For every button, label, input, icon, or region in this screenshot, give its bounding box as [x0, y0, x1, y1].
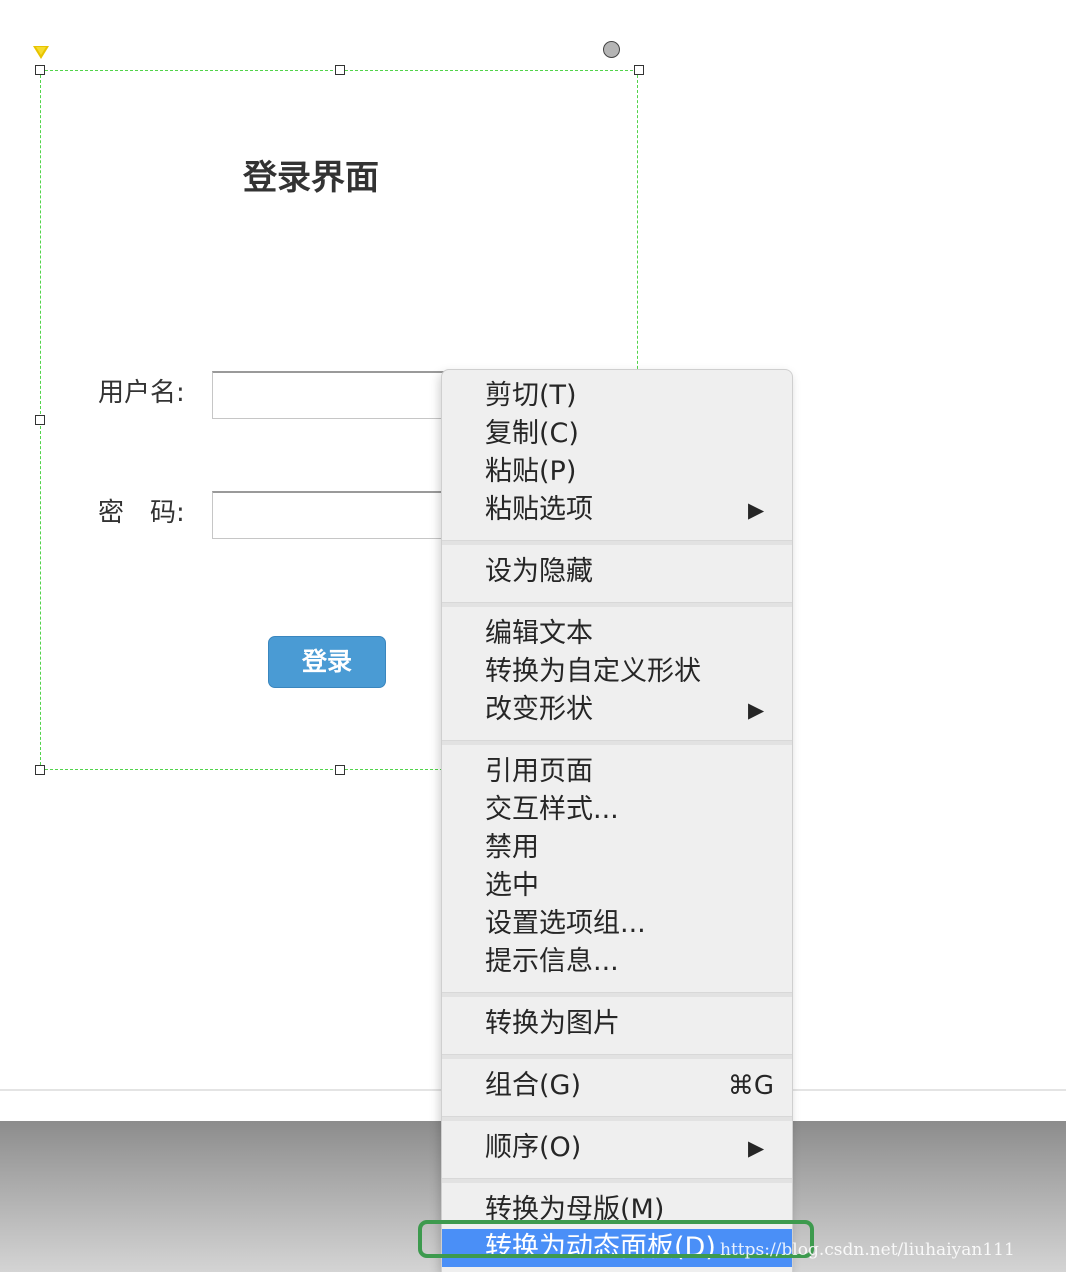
- resize-handle-middle-left[interactable]: [35, 415, 45, 425]
- menu-item-selected[interactable]: 选中: [442, 867, 792, 905]
- menu-separator: [442, 540, 792, 545]
- menu-item-disable[interactable]: 禁用: [442, 829, 792, 867]
- username-label: 用户名:: [98, 378, 185, 408]
- menu-item-label: 转换为自定义形状: [485, 656, 701, 687]
- menu-item-label: 改变形状: [485, 694, 593, 725]
- menu-item-label: 粘贴选项: [485, 494, 593, 525]
- anchor-triangle-icon[interactable]: [33, 46, 49, 59]
- menu-item-label: 提示信息...: [485, 946, 619, 977]
- menu-item-change-shape[interactable]: 改变形状 ▶: [442, 691, 792, 729]
- menu-item-label: 编辑文本: [485, 618, 593, 649]
- rotate-handle[interactable]: [603, 41, 620, 58]
- menu-item-set-hidden[interactable]: 设为隐藏: [442, 553, 792, 591]
- menu-item-tooltip[interactable]: 提示信息...: [442, 943, 792, 981]
- menu-item-label: 转换为图片: [485, 1008, 620, 1039]
- menu-item-reference-page[interactable]: 引用页面: [442, 753, 792, 791]
- menu-item-label: 剪切(T): [485, 380, 577, 411]
- menu-item-label: 引用页面: [485, 756, 593, 787]
- menu-separator: [442, 1054, 792, 1059]
- submenu-arrow-icon: ▶: [748, 498, 765, 522]
- watermark: https://blog.csdn.net/liuhaiyan111: [720, 1240, 1015, 1260]
- resize-handle-top-middle[interactable]: [335, 65, 345, 75]
- menu-item-paste-options[interactable]: 粘贴选项 ▶: [442, 491, 792, 529]
- login-button[interactable]: 登录: [268, 636, 386, 688]
- submenu-arrow-icon: ▶: [748, 1136, 765, 1160]
- password-label: 密 码:: [98, 498, 185, 528]
- menu-item-paste[interactable]: 粘贴(P): [442, 453, 792, 491]
- form-title: 登录界面: [243, 158, 379, 198]
- resize-handle-bottom-middle[interactable]: [335, 765, 345, 775]
- menu-item-interaction-styles[interactable]: 交互样式...: [442, 791, 792, 829]
- menu-separator: [442, 1116, 792, 1121]
- menu-item-label: 选中: [485, 870, 539, 901]
- menu-item-label: 复制(C): [485, 418, 579, 449]
- menu-separator: [442, 740, 792, 745]
- menu-item-convert-to-image[interactable]: 转换为图片: [442, 1005, 792, 1043]
- menu-separator: [442, 602, 792, 607]
- menu-item-cut[interactable]: 剪切(T): [442, 377, 792, 415]
- menu-shortcut: ⌘G: [727, 1071, 774, 1101]
- menu-item-order[interactable]: 顺序(O) ▶: [442, 1129, 792, 1167]
- submenu-arrow-icon: ▶: [748, 698, 765, 722]
- resize-handle-top-left[interactable]: [35, 65, 45, 75]
- menu-separator: [442, 1178, 792, 1183]
- menu-item-label: 设置选项组...: [485, 908, 646, 939]
- menu-item-label: 顺序(O): [485, 1132, 582, 1163]
- resize-handle-top-right[interactable]: [634, 65, 644, 75]
- menu-item-label: 交互样式...: [485, 794, 619, 825]
- menu-separator: [442, 992, 792, 997]
- menu-item-set-option-group[interactable]: 设置选项组...: [442, 905, 792, 943]
- menu-item-label: 组合(G): [485, 1070, 581, 1101]
- menu-item-convert-to-custom-shape[interactable]: 转换为自定义形状: [442, 653, 792, 691]
- resize-handle-bottom-left[interactable]: [35, 765, 45, 775]
- menu-item-group[interactable]: 组合(G) ⌘G: [442, 1067, 792, 1105]
- menu-item-label: 禁用: [485, 832, 539, 863]
- menu-item-copy[interactable]: 复制(C): [442, 415, 792, 453]
- menu-item-edit-text[interactable]: 编辑文本: [442, 615, 792, 653]
- menu-item-label: 粘贴(P): [485, 456, 577, 487]
- menu-item-label: 设为隐藏: [485, 556, 593, 587]
- context-menu: 剪切(T) 复制(C) 粘贴(P) 粘贴选项 ▶ 设为隐藏 编辑文本 转换为自定…: [441, 369, 793, 1272]
